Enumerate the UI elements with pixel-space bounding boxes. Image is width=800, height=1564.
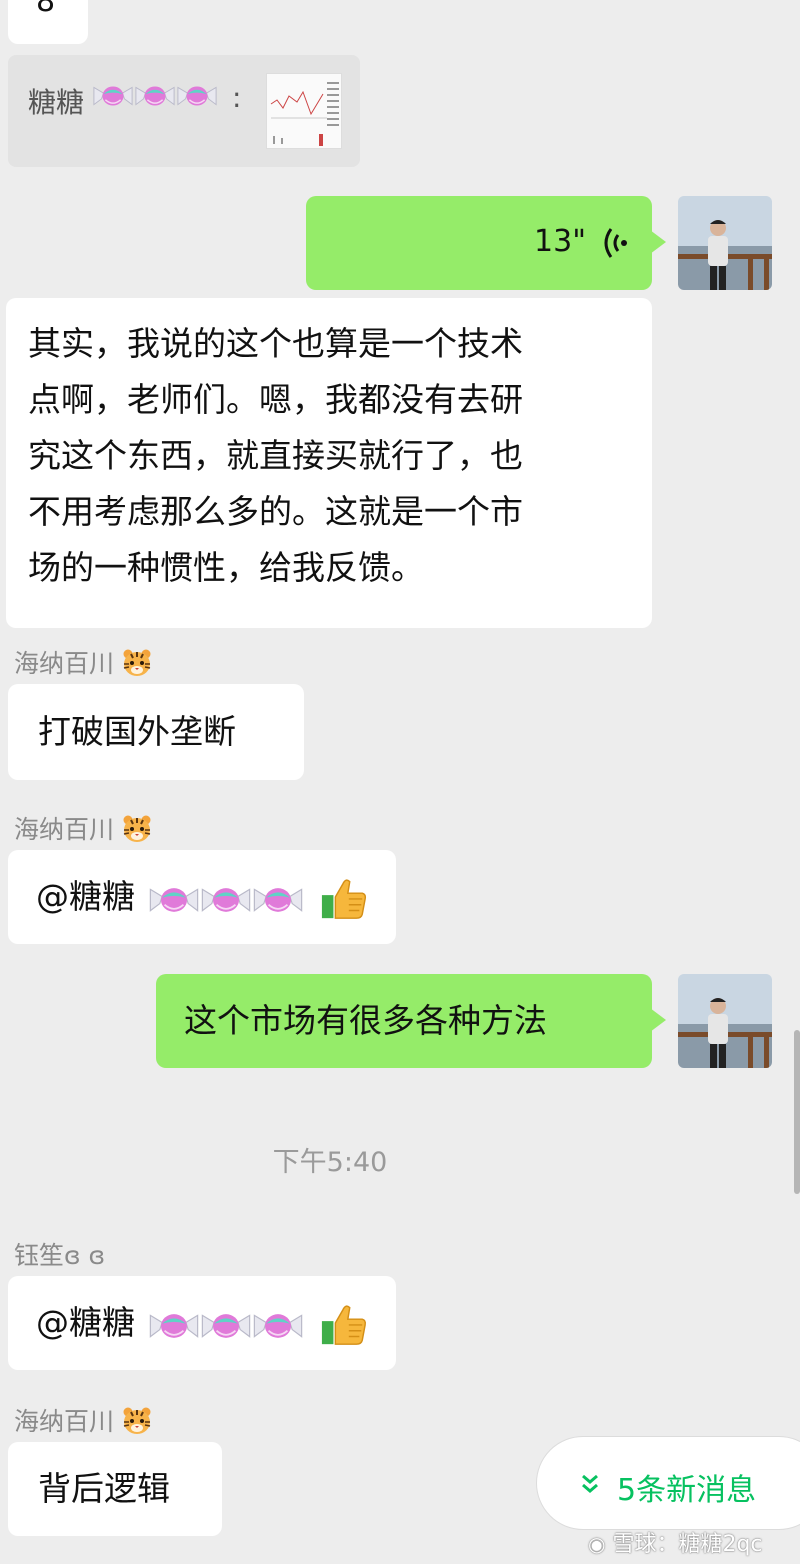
- long-message-line: 不用考虑那么多的。这就是一个市: [28, 492, 523, 531]
- quote-sender: 糖糖: [28, 86, 85, 119]
- quote-colon: :: [232, 81, 242, 114]
- long-message-line: 究这个东西，就直接买就行了，也: [28, 436, 523, 475]
- partial-message-bubble[interactable]: 8: [8, 0, 88, 44]
- sender-name[interactable]: 海纳百川: [14, 810, 152, 846]
- quote-block[interactable]: 糖糖 :: [8, 55, 360, 167]
- candy-icon: [200, 1308, 252, 1344]
- candy-icon: [134, 81, 176, 111]
- sender-name[interactable]: 海纳百川: [14, 1402, 152, 1438]
- my-avatar[interactable]: [678, 974, 772, 1068]
- thumbs-up-icon: [320, 1300, 368, 1348]
- candy-icon: [92, 81, 134, 111]
- long-message-line: 其实，我说的这个也算是一个技术: [28, 324, 523, 363]
- message-text: 打破国外垄断: [38, 712, 236, 751]
- candy-icons: [148, 1308, 304, 1344]
- message-bubble[interactable]: @糖糖: [8, 850, 396, 944]
- message-text: @糖糖: [36, 877, 135, 916]
- partial-message-text: 8: [36, 0, 56, 19]
- stock-chart-thumbnail[interactable]: [266, 73, 342, 149]
- sender-name[interactable]: 钰笙ɞ ɞ: [14, 1236, 105, 1272]
- candy-icon: [252, 1308, 304, 1344]
- my-message-bubble[interactable]: 这个市场有很多各种方法: [156, 974, 666, 1068]
- message-text: 这个市场有很多各种方法: [184, 1001, 547, 1040]
- new-messages-label: 5条新消息: [617, 1473, 757, 1508]
- my-avatar[interactable]: [678, 196, 772, 290]
- voice-wave-icon: [604, 228, 627, 258]
- message-bubble[interactable]: @糖糖: [8, 1276, 396, 1370]
- tiger-icon: [122, 814, 152, 844]
- long-message-line: 场的一种惯性，给我反馈。: [28, 548, 424, 587]
- watermark-logo-icon: ◉: [588, 1532, 606, 1556]
- message-bubble[interactable]: 打破国外垄断: [8, 684, 304, 780]
- candy-icons: [148, 882, 304, 918]
- watermark: ◉ 雪球：糖糖2qc: [588, 1526, 763, 1558]
- voice-duration: 13": [534, 224, 586, 259]
- candy-icon: [176, 81, 218, 111]
- quote-candy-icons: [92, 81, 218, 111]
- tiger-icon: [122, 1406, 152, 1436]
- candy-icon: [148, 882, 200, 918]
- voice-message-bubble[interactable]: 13": [306, 196, 666, 290]
- double-chevron-down-icon: [582, 1474, 598, 1493]
- candy-icon: [252, 882, 304, 918]
- message-text: @糖糖: [36, 1303, 135, 1342]
- message-text: 背后逻辑: [38, 1469, 170, 1508]
- watermark-text: 雪球：糖糖2qc: [612, 1532, 763, 1557]
- thumbs-up-icon: [320, 874, 368, 922]
- long-message-bubble[interactable]: 其实，我说的这个也算是一个技术 点啊，老师们。嗯，我都没有去研 究这个东西，就直…: [6, 298, 652, 628]
- new-messages-button[interactable]: 5条新消息: [536, 1436, 800, 1530]
- tiger-icon: [122, 648, 152, 678]
- message-bubble[interactable]: 背后逻辑: [8, 1442, 222, 1536]
- timestamp: 下午5:40: [272, 1147, 388, 1178]
- sender-name[interactable]: 海纳百川: [14, 644, 152, 680]
- long-message-line: 点啊，老师们。嗯，我都没有去研: [28, 380, 523, 419]
- candy-icon: [200, 882, 252, 918]
- candy-icon: [148, 1308, 200, 1344]
- scrollbar-thumb[interactable]: [794, 1030, 800, 1194]
